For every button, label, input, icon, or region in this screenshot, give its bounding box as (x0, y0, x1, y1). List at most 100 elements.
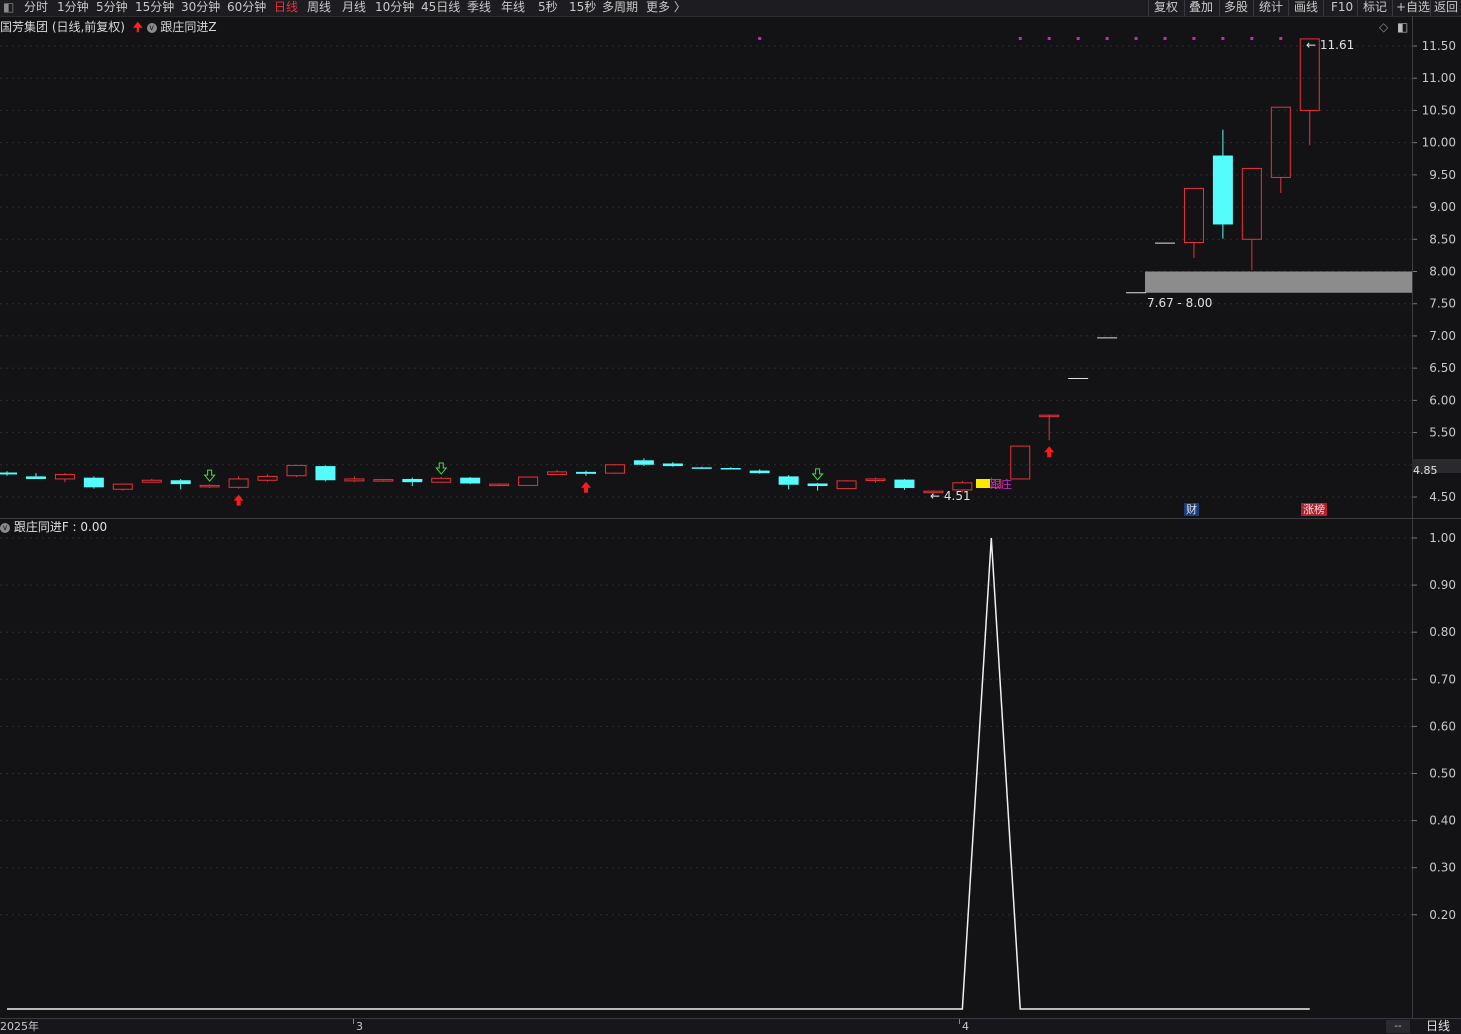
finance-badge[interactable]: 财 (1184, 503, 1199, 516)
candle-body-up (1241, 167, 1262, 240)
candlestick (228, 476, 249, 489)
indicator-axis: 1.00 0.90 0.80 0.70 0.60 0.50 0.40 0.30 0.20 (1412, 531, 1456, 922)
tab-15sec[interactable]: 15秒 (569, 0, 596, 15)
tab-yearly[interactable]: 年线 (501, 0, 525, 15)
candle-body-up (199, 484, 220, 488)
candlestick (807, 482, 828, 491)
price-zone-box (1145, 271, 1412, 293)
date-axis-bar: 2025年 3 4 -- 日线 (0, 1018, 1461, 1034)
tab-more[interactable]: 更多 〉 (646, 0, 686, 15)
current-price-value: 4.85 (1413, 464, 1438, 477)
indicator-toggle-icon[interactable]: v (146, 22, 157, 33)
price-axis-label: 8.00 (1429, 265, 1456, 279)
candle-body-up (431, 477, 452, 483)
candlestick (518, 476, 539, 487)
candlestick (547, 469, 568, 476)
fuquan-button[interactable]: 复权 (1154, 0, 1178, 15)
tab-1min[interactable]: 1分钟 (57, 0, 89, 15)
diamond-icon[interactable]: ◇ (1379, 20, 1388, 34)
indicator-name[interactable]: 跟庄同进Z (160, 20, 216, 34)
tab-15min[interactable]: 15分钟 (135, 0, 174, 15)
candlestick (54, 473, 75, 483)
price-chart[interactable]: 11.50 11.00 10.50 10.00 9.50 9.00 8.50 8.00 7.50… (0, 36, 1461, 518)
tab-monthly[interactable]: 月线 (342, 0, 366, 15)
signal-dot (1076, 37, 1080, 40)
indicator-chart[interactable]: 1.00 0.90 0.80 0.70 0.60 0.50 0.40 0.30 0.20 (0, 519, 1461, 1018)
candlestick (662, 462, 683, 467)
price-axis-label: 7.00 (1429, 329, 1456, 343)
red-up-arrow-icon: 🠉 (132, 20, 143, 34)
panel-window-icon[interactable]: ◧ (1397, 20, 1408, 34)
tab-45day[interactable]: 45日线 (421, 0, 460, 15)
candlestick (0, 471, 17, 476)
stock-title: 国芳集团 (日线,前复权) (0, 20, 125, 34)
indicator-axis-label: 0.30 (1429, 861, 1456, 875)
tab-weekly[interactable]: 周线 (307, 0, 331, 15)
candle-body-up (228, 478, 249, 488)
candlestick (257, 474, 278, 482)
draw-line-button[interactable]: 画线 (1294, 0, 1318, 15)
tab-30min[interactable]: 30分钟 (181, 0, 220, 15)
candle-body-up (54, 473, 75, 480)
candlestick (315, 465, 336, 482)
price-axis-label: 4.50 (1429, 490, 1456, 504)
tab-quarterly[interactable]: 季线 (467, 0, 491, 15)
red-up-arrow-icon (1044, 446, 1055, 458)
tab-5sec[interactable]: 5秒 (538, 0, 558, 15)
tab-fenshi[interactable]: 分时 (24, 0, 48, 15)
signal-dots (758, 37, 1283, 40)
indicator-axis-label: 0.20 (1429, 908, 1456, 922)
candlestick (112, 483, 133, 491)
candlestick (720, 467, 741, 470)
multi-stock-button[interactable]: 多股 (1224, 0, 1248, 15)
overlay-button[interactable]: 叠加 (1189, 0, 1213, 15)
zhuang-marker: 跟庄 (976, 479, 1012, 490)
mark-button[interactable]: 标记 (1363, 0, 1387, 15)
statistics-button[interactable]: 统计 (1259, 0, 1283, 15)
back-button[interactable]: 返回 (1434, 0, 1458, 15)
low-price-label: ← 4.51 (930, 489, 971, 503)
candle-body-down (691, 467, 712, 469)
red-up-arrow-icon (233, 494, 244, 506)
date-label-month-4: 4 (962, 1020, 969, 1033)
f10-button[interactable]: F10 (1331, 0, 1353, 15)
candle-body-down (778, 476, 799, 485)
date-tick-3 (353, 1019, 354, 1024)
period-indicator[interactable]: 日线 (1426, 1019, 1450, 1034)
tab-60min[interactable]: 60分钟 (227, 0, 266, 15)
price-axis-label: 11.00 (1422, 71, 1456, 85)
zhuang-marker-bar (976, 479, 990, 488)
bottom-dash-value: -- (1394, 1021, 1402, 1032)
candlestick (402, 477, 423, 487)
candlestick (344, 476, 365, 483)
tab-10min[interactable]: 10分钟 (375, 0, 414, 15)
signal-dot (1221, 37, 1225, 40)
indicator-gridlines (0, 537, 1412, 916)
tab-daily[interactable]: 日线 (274, 0, 298, 15)
add-watchlist-button[interactable]: +自选 (1396, 0, 1430, 15)
tab-multi-period[interactable]: 多周期 (602, 0, 638, 15)
candlesticks (0, 38, 1320, 497)
price-axis-label: 6.00 (1429, 393, 1456, 407)
toolbar-menu-icon[interactable]: ◧ (3, 0, 14, 15)
candle-body-up (112, 483, 133, 490)
candle-body-down (807, 483, 828, 487)
green-down-arrow-icon (203, 469, 216, 482)
candle-body-up (604, 464, 625, 474)
candle-body-down (1212, 155, 1233, 225)
price-axis-label: 6.50 (1429, 361, 1456, 375)
date-label-year: 2025年 (0, 1020, 39, 1033)
indicator-axis-label: 0.40 (1429, 814, 1456, 828)
candlestick (1010, 445, 1031, 480)
candlestick (141, 478, 162, 483)
limit-up-badge[interactable]: 涨榜 (1301, 503, 1327, 516)
tab-5min[interactable]: 5分钟 (96, 0, 128, 15)
candlestick (576, 470, 596, 476)
candle-body-up (257, 475, 278, 481)
candlestick (373, 478, 394, 482)
candle-body-down (0, 472, 17, 475)
candlestick (199, 484, 220, 488)
price-axis-label: 9.50 (1429, 168, 1456, 182)
candle-body-down (749, 470, 770, 474)
period-toolbar: ◧ 分时 1分钟 5分钟 15分钟 30分钟 60分钟 日线 周线 月线 10分… (0, 0, 1461, 17)
